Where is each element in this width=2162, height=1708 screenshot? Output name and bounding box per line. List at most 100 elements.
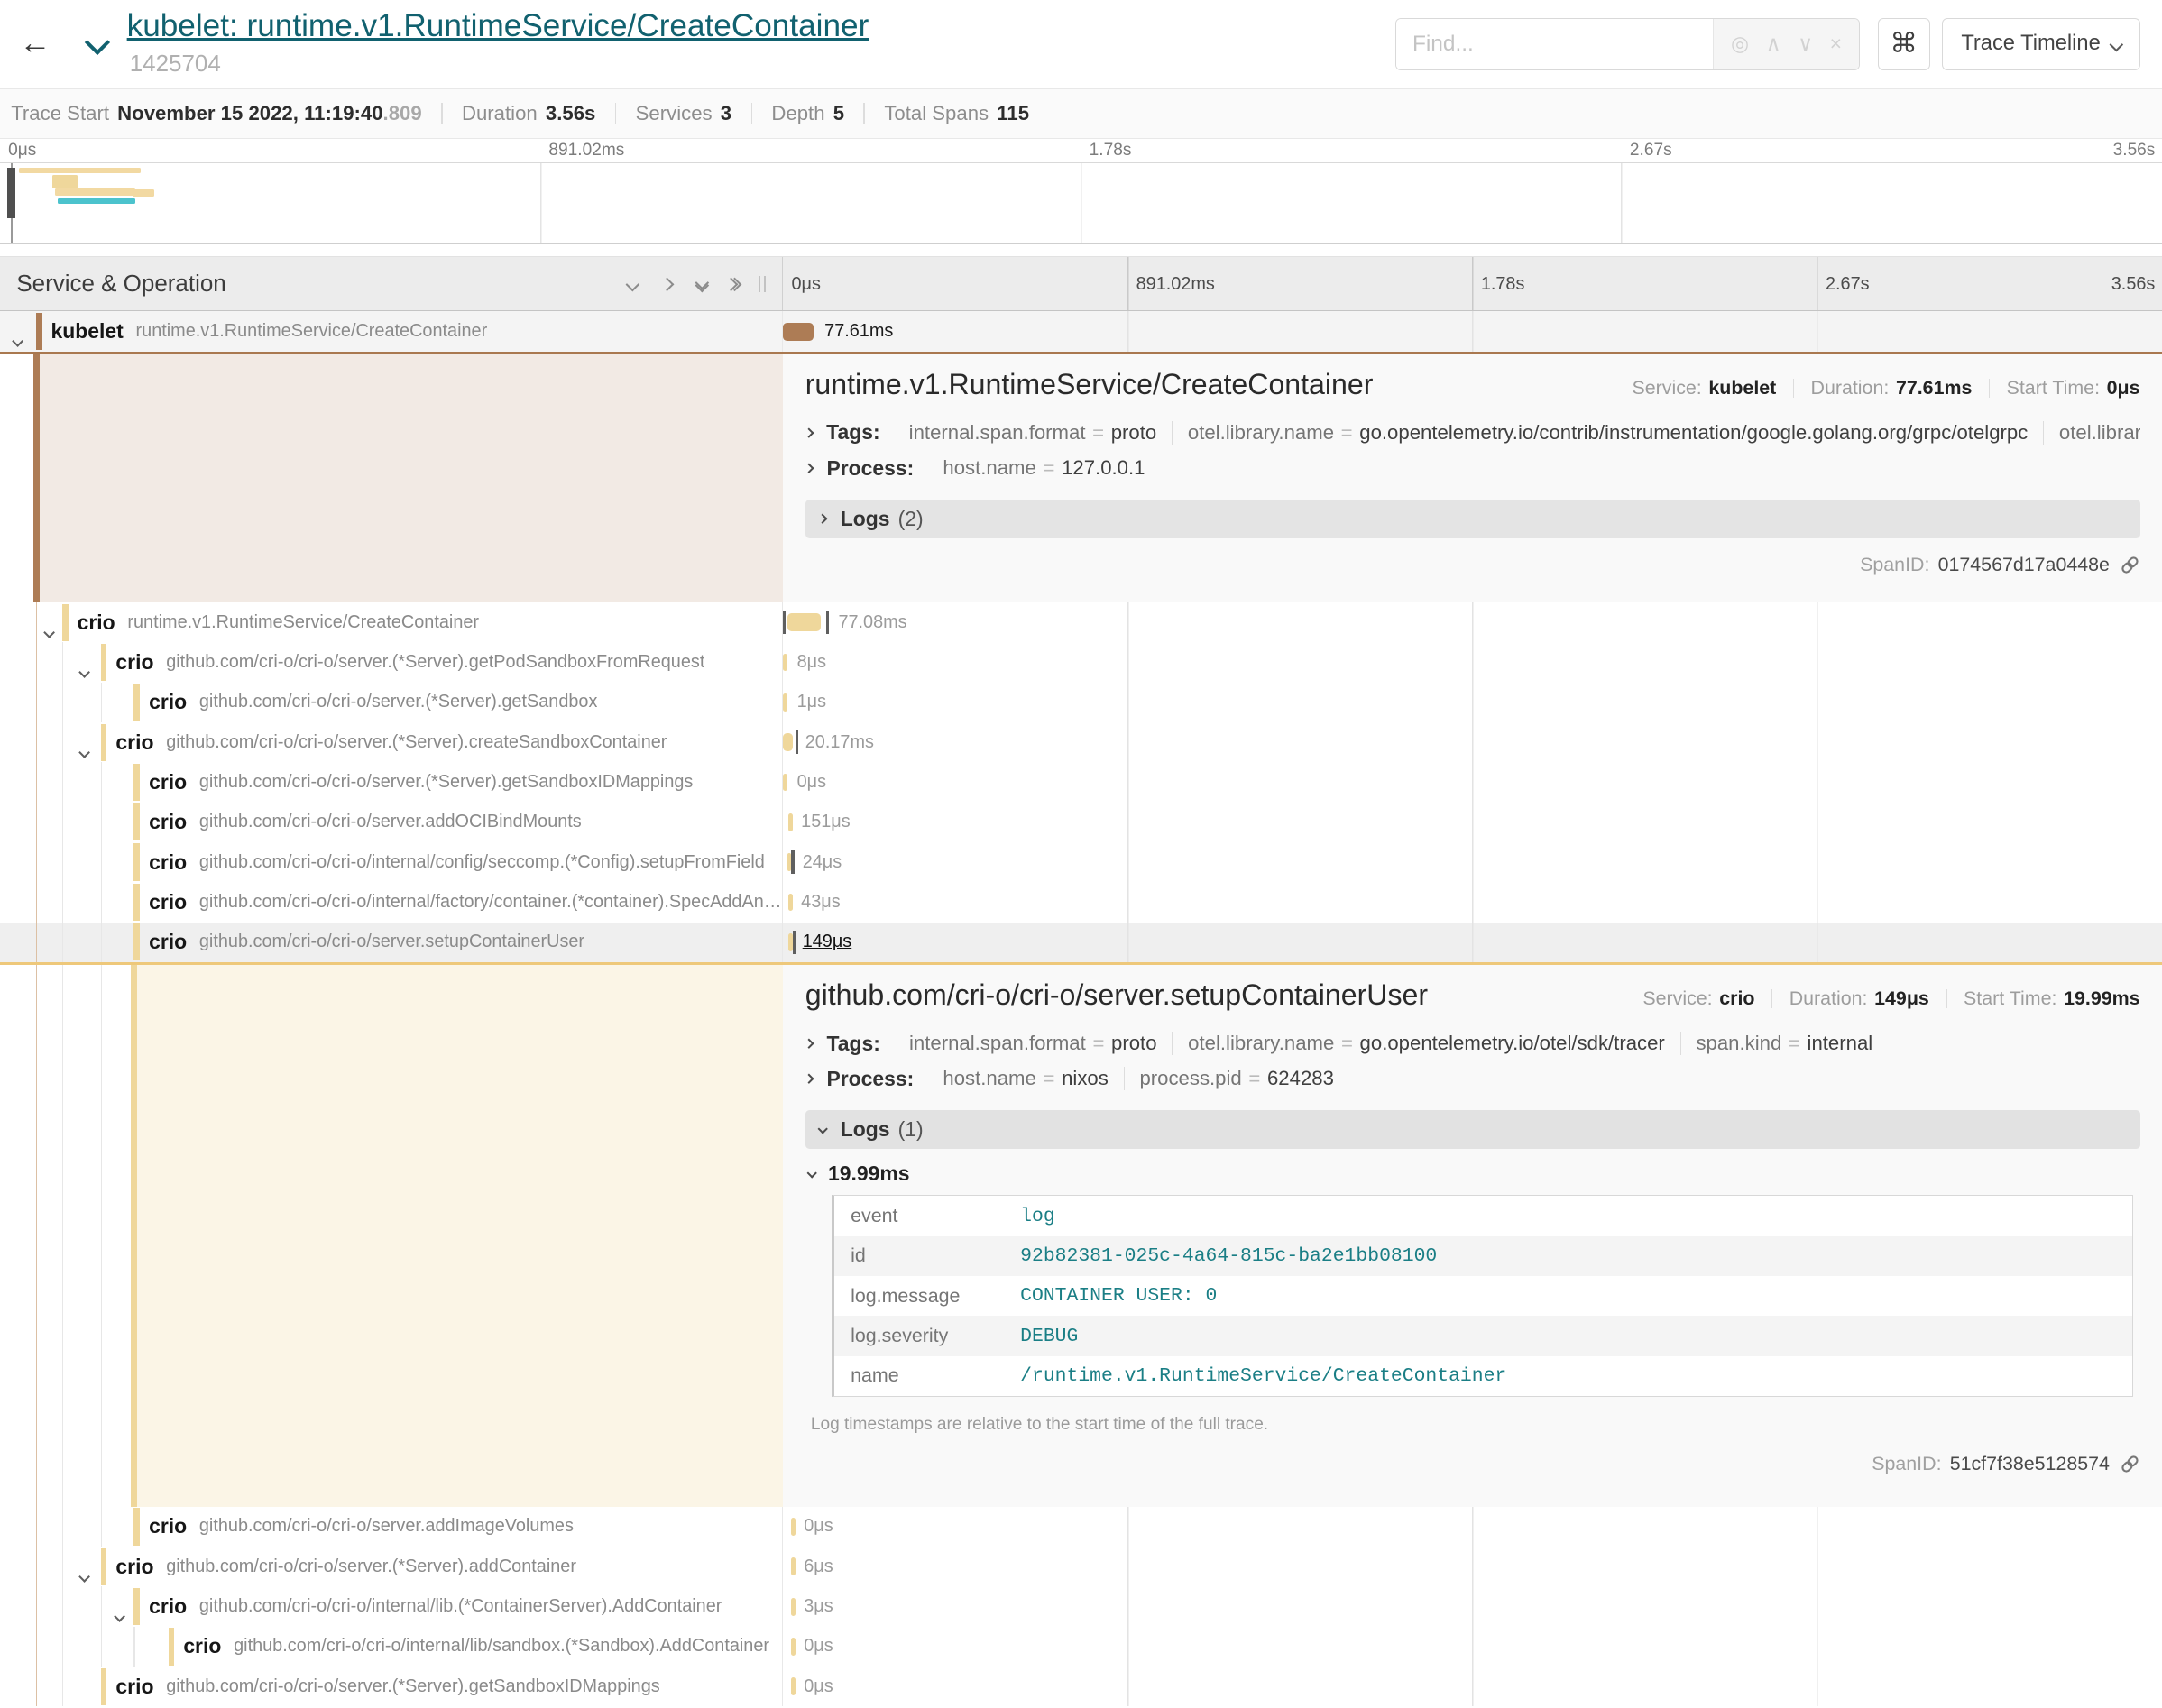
collapse-trace-chevron-icon[interactable] bbox=[85, 30, 110, 55]
span-timeline-cell[interactable]: 1μs bbox=[783, 683, 2162, 722]
span-row[interactable]: criogithub.com/cri-o/cri-o/server.addOCI… bbox=[0, 803, 2162, 842]
jaeger-trace-view: ← kubelet: runtime.v1.RuntimeService/Cre… bbox=[0, 0, 2162, 1708]
span-name-cell[interactable]: criogithub.com/cri-o/cri-o/server.(*Serv… bbox=[0, 642, 783, 682]
span-row[interactable]: criogithub.com/cri-o/cri-o/server.(*Serv… bbox=[0, 722, 2162, 762]
time-tick-label: 3.56s bbox=[2113, 141, 2156, 161]
expand-all-icon[interactable] bbox=[731, 280, 740, 289]
prev-result-icon[interactable]: ∧ bbox=[1766, 32, 1781, 56]
span-timeline-cell[interactable]: 43μs bbox=[783, 882, 2162, 922]
span-name-cell[interactable]: criogithub.com/cri-o/cri-o/server.(*Serv… bbox=[0, 683, 783, 722]
trace-title-link[interactable]: kubelet: runtime.v1.RuntimeService/Creat… bbox=[127, 8, 869, 44]
span-timeline-cell[interactable]: 0μs bbox=[783, 762, 2162, 802]
span-timeline-cell[interactable]: 0μs bbox=[783, 1627, 2162, 1667]
span-timeline-cell[interactable]: 24μs bbox=[783, 842, 2162, 882]
span-timeline-cell[interactable]: 151μs bbox=[783, 803, 2162, 842]
logs-section-toggle[interactable]: Logs (2) bbox=[805, 500, 2140, 538]
service-color-bar bbox=[133, 764, 140, 801]
start-time-value: 0μs bbox=[2107, 377, 2140, 399]
expand-chevron-icon[interactable] bbox=[80, 657, 88, 683]
copy-link-icon[interactable] bbox=[2120, 1454, 2140, 1474]
log-entry-toggle[interactable]: 19.99ms bbox=[808, 1162, 2140, 1186]
logs-section-toggle[interactable]: Logs (1) bbox=[805, 1110, 2140, 1149]
span-timeline-cell[interactable]: 77.08ms bbox=[783, 602, 2162, 642]
service-name: crio bbox=[149, 1594, 187, 1619]
span-row[interactable]: criogithub.com/cri-o/cri-o/server.(*Serv… bbox=[0, 762, 2162, 802]
span-name-cell[interactable]: criogithub.com/cri-o/cri-o/server.(*Serv… bbox=[0, 1547, 783, 1586]
duration-bar bbox=[791, 1598, 796, 1616]
span-timeline-cell[interactable]: 20.17ms bbox=[783, 722, 2162, 762]
keyboard-shortcuts-button[interactable]: ⌘ bbox=[1878, 18, 1930, 70]
span-name-cell[interactable]: criogithub.com/cri-o/cri-o/internal/fact… bbox=[0, 882, 783, 922]
span-row[interactable]: criogithub.com/cri-o/cri-o/server.setupC… bbox=[0, 923, 2162, 962]
span-rows-bottom: criogithub.com/cri-o/cri-o/server.addIma… bbox=[0, 1507, 2162, 1707]
span-row[interactable]: criogithub.com/cri-o/cri-o/server.(*Serv… bbox=[0, 1667, 2162, 1706]
log-timestamps-note: Log timestamps are relative to the start… bbox=[811, 1415, 2140, 1435]
span-name-cell[interactable]: crioruntime.v1.RuntimeService/CreateCont… bbox=[0, 602, 783, 642]
service-name: crio bbox=[78, 611, 115, 635]
span-name-cell[interactable]: criogithub.com/cri-o/cri-o/server.addOCI… bbox=[0, 803, 783, 842]
collapse-all-icon[interactable] bbox=[697, 278, 707, 290]
span-row[interactable]: criogithub.com/cri-o/cri-o/internal/fact… bbox=[0, 882, 2162, 922]
span-name-cell[interactable]: criogithub.com/cri-o/cri-o/server.(*Serv… bbox=[0, 762, 783, 802]
collapse-one-icon[interactable] bbox=[628, 280, 638, 289]
service-color-bar bbox=[101, 1668, 107, 1705]
next-result-icon[interactable]: ∨ bbox=[1798, 32, 1813, 56]
process-section-toggle[interactable]: Process: host.name=127.0.0.1 bbox=[805, 456, 2140, 481]
span-name-cell[interactable]: criogithub.com/cri-o/cri-o/internal/lib.… bbox=[0, 1586, 783, 1626]
expand-one-icon[interactable] bbox=[662, 280, 672, 289]
operation-name: github.com/cri-o/cri-o/internal/factory/… bbox=[199, 892, 782, 913]
back-arrow-icon[interactable]: ← bbox=[19, 25, 51, 61]
minimap-canvas[interactable] bbox=[0, 162, 2162, 243]
expand-chevron-icon[interactable] bbox=[80, 738, 88, 763]
expand-chevron-icon[interactable] bbox=[14, 326, 22, 352]
span-row[interactable]: criogithub.com/cri-o/cri-o/internal/lib.… bbox=[0, 1586, 2162, 1626]
span-name-cell[interactable]: criogithub.com/cri-o/cri-o/server.(*Serv… bbox=[0, 722, 783, 762]
indent-guide bbox=[36, 923, 38, 962]
clear-search-icon[interactable]: × bbox=[1830, 32, 1842, 56]
span-timeline-cell[interactable]: 149μs bbox=[783, 923, 2162, 962]
span-row[interactable]: crioruntime.v1.RuntimeService/CreateCont… bbox=[0, 602, 2162, 642]
operation-name: github.com/cri-o/cri-o/server.(*Server).… bbox=[166, 732, 667, 753]
process-section-toggle[interactable]: Process: host.name=nixosprocess.pid=6242… bbox=[805, 1067, 2140, 1091]
column-resize-handle[interactable] bbox=[759, 276, 766, 292]
duration-bar bbox=[791, 1557, 796, 1575]
indent-guide bbox=[62, 683, 64, 722]
span-name-cell[interactable]: criogithub.com/cri-o/cri-o/server.setupC… bbox=[0, 923, 783, 962]
span-row[interactable]: criogithub.com/cri-o/cri-o/server.(*Serv… bbox=[0, 642, 2162, 682]
tags-section-toggle[interactable]: Tags: internal.span.format=protootel.lib… bbox=[805, 420, 2140, 445]
span-row[interactable]: criogithub.com/cri-o/cri-o/server.(*Serv… bbox=[0, 683, 2162, 722]
log-timestamp: 19.99ms bbox=[828, 1162, 910, 1186]
span-name-cell[interactable]: criogithub.com/cri-o/cri-o/internal/conf… bbox=[0, 842, 783, 882]
span-timeline-cell[interactable]: 8μs bbox=[783, 642, 2162, 682]
span-name-cell[interactable]: criogithub.com/cri-o/cri-o/server.(*Serv… bbox=[0, 1667, 783, 1706]
span-row[interactable]: criogithub.com/cri-o/cri-o/internal/conf… bbox=[0, 842, 2162, 882]
log-field-value: DEBUG bbox=[1020, 1326, 1078, 1347]
span-boundary-tick bbox=[796, 730, 798, 754]
span-name-cell[interactable]: criogithub.com/cri-o/cri-o/internal/lib/… bbox=[0, 1627, 783, 1667]
span-timeline-cell[interactable]: 6μs bbox=[783, 1547, 2162, 1586]
minimap-drag-handle[interactable] bbox=[7, 168, 15, 219]
indent-guide bbox=[101, 803, 103, 842]
span-row[interactable]: criogithub.com/cri-o/cri-o/server.addIma… bbox=[0, 1507, 2162, 1547]
copy-link-icon[interactable] bbox=[2120, 555, 2140, 575]
span-timeline-cell[interactable]: 77.61ms bbox=[783, 311, 2162, 351]
timeline-column-header: Service & Operation 0μs891.02ms1.78s2.67… bbox=[0, 256, 2162, 311]
locate-icon[interactable]: ◎ bbox=[1731, 32, 1749, 56]
span-timeline-cell[interactable]: 0μs bbox=[783, 1667, 2162, 1706]
expand-chevron-icon[interactable] bbox=[45, 618, 53, 643]
span-row[interactable]: criogithub.com/cri-o/cri-o/server.(*Serv… bbox=[0, 1547, 2162, 1586]
summary-stat: Depth5 bbox=[771, 102, 844, 125]
view-selector-button[interactable]: Trace Timeline bbox=[1942, 18, 2139, 70]
span-row[interactable]: criogithub.com/cri-o/cri-o/internal/lib/… bbox=[0, 1627, 2162, 1667]
indent-guide bbox=[36, 882, 38, 922]
tags-section-toggle[interactable]: Tags: internal.span.format=protootel.lib… bbox=[805, 1032, 2140, 1056]
expand-chevron-icon[interactable] bbox=[80, 1562, 88, 1587]
span-row[interactable]: kubeletruntime.v1.RuntimeService/CreateC… bbox=[0, 311, 2162, 351]
expand-chevron-icon[interactable] bbox=[115, 1602, 124, 1627]
span-name-cell[interactable]: criogithub.com/cri-o/cri-o/server.addIma… bbox=[0, 1507, 783, 1547]
log-field-key: log.severity bbox=[834, 1325, 1020, 1347]
find-input[interactable] bbox=[1396, 19, 1714, 69]
span-name-cell[interactable]: kubeletruntime.v1.RuntimeService/CreateC… bbox=[0, 311, 783, 351]
span-timeline-cell[interactable]: 3μs bbox=[783, 1586, 2162, 1626]
span-timeline-cell[interactable]: 0μs bbox=[783, 1507, 2162, 1547]
